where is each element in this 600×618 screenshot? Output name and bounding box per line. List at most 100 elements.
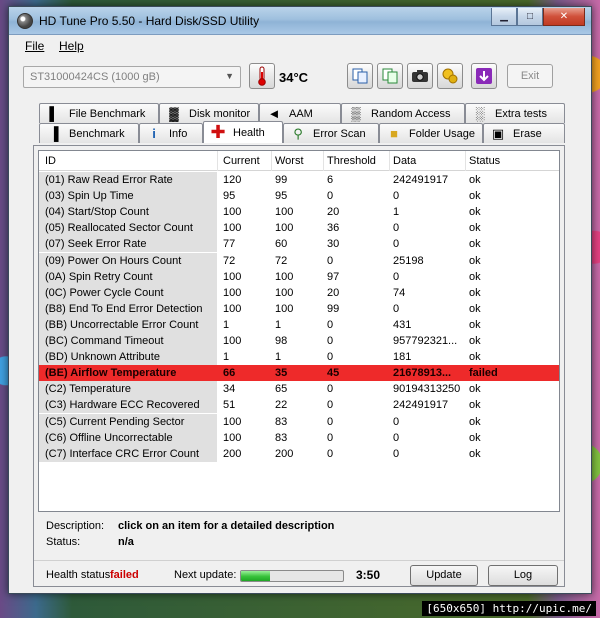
table-row[interactable]: (04) Start/Stop Count 100 100 20 1 ok: [39, 204, 559, 221]
tab-random-access[interactable]: ▒ Random Access: [341, 103, 465, 123]
menu-help[interactable]: Help: [59, 39, 84, 53]
cell-id: (B8) End To End Error Detection: [45, 302, 203, 315]
cell-worst: 99: [275, 174, 288, 186]
options-button[interactable]: [437, 63, 463, 89]
cell-worst: 83: [275, 431, 288, 444]
cell-status: ok: [469, 222, 481, 235]
health-status-label: Health status:: [46, 569, 114, 581]
table-row[interactable]: (B8) End To End Error Detection 100 100 99 0…: [39, 300, 559, 317]
cell-worst: 35: [275, 367, 288, 380]
table-row[interactable]: (09) Power On Hours Count 72 72 0 25198 ok: [39, 252, 559, 269]
menu-file[interactable]: File: [25, 39, 44, 53]
tab-info[interactable]: i Info: [139, 123, 203, 143]
col-status-header[interactable]: Status: [469, 155, 500, 167]
cell-threshold: 0: [327, 399, 334, 412]
table-row[interactable]: (0A) Spin Retry Count 100 100 97 0 ok: [39, 268, 559, 285]
table-row[interactable]: (C6) Offline Uncorrectable 100 83 0 0 ok: [39, 429, 559, 446]
tab-extra-tests[interactable]: ░ Extra tests: [465, 103, 565, 123]
log-button[interactable]: Log: [488, 565, 558, 586]
cell-current: 100: [223, 302, 242, 315]
table-row[interactable]: (C3) Hardware ECC Recovered 51 22 0 24249191…: [39, 397, 559, 414]
cell-id: (C2) Temperature: [45, 383, 131, 396]
cell-threshold: 0: [327, 254, 334, 267]
thermometer-button[interactable]: [249, 63, 275, 89]
table-row[interactable]: (01) Raw Read Error Rate 120 99 6 242491917 o…: [39, 172, 559, 188]
tab-error-scan[interactable]: ⚲ Error Scan: [283, 123, 379, 143]
tab-benchmark[interactable]: ▐ Benchmark: [39, 123, 139, 143]
copy-text-button[interactable]: [347, 63, 373, 89]
cell-current: 1: [223, 318, 230, 331]
magnifier-icon: ⚲: [293, 125, 303, 141]
col-data-header[interactable]: Data: [393, 155, 416, 167]
window-title: HD Tune Pro 5.50 - Hard Disk/SSD Utility: [39, 14, 260, 28]
tab-disk-monitor[interactable]: ▓ Disk monitor: [159, 103, 259, 123]
table-row[interactable]: (C7) Interface CRC Error Count 200 200 0 0 ok: [39, 445, 559, 462]
speaker-icon: ◄: [267, 106, 281, 121]
cell-worst: 72: [275, 254, 288, 267]
cell-status: ok: [469, 174, 481, 186]
table-row[interactable]: (05) Reallocated Sector Count 100 100 36 0 ok: [39, 220, 559, 237]
cell-id: (C6) Offline Uncorrectable: [45, 431, 173, 444]
cell-worst: 100: [275, 206, 294, 219]
cell-id: (0C) Power Cycle Count: [45, 286, 164, 299]
table-row[interactable]: (BE) Airflow Temperature 66 35 45 21678913..…: [39, 365, 559, 382]
health-status-value: failed: [110, 569, 139, 581]
cell-id: (09) Power On Hours Count: [45, 254, 182, 267]
cell-id: (04) Start/Stop Count: [45, 206, 149, 219]
thermometer-icon: [258, 66, 266, 86]
col-current-header[interactable]: Current: [223, 155, 260, 167]
tab-health-label: Health: [233, 126, 265, 139]
random-access-icon: ▒: [351, 106, 361, 121]
save-button[interactable]: [471, 63, 497, 89]
cell-worst: 98: [275, 335, 288, 347]
col-id-header[interactable]: ID: [45, 155, 56, 167]
cell-current: 200: [223, 447, 242, 460]
copy-all-button[interactable]: [377, 63, 403, 89]
cell-id: (BE) Airflow Temperature: [45, 367, 177, 380]
column-divider: [271, 151, 272, 171]
cell-threshold: 0: [327, 431, 334, 444]
col-worst-header[interactable]: Worst: [275, 155, 304, 167]
cell-data: 0: [393, 447, 400, 460]
tab-folder-usage[interactable]: ■ Folder Usage: [379, 123, 483, 143]
table-row[interactable]: (BD) Unknown Attribute 1 1 0 181 ok: [39, 349, 559, 366]
tab-erase[interactable]: ▣ Erase: [483, 123, 565, 143]
maximize-icon[interactable]: □: [517, 8, 543, 26]
cell-threshold: 0: [327, 335, 334, 347]
cell-threshold: 20: [327, 286, 340, 299]
tab-health[interactable]: ✚ Health: [203, 121, 283, 143]
cell-status: ok: [469, 351, 481, 364]
table-row[interactable]: (C2) Temperature 34 65 0 90194313250 ok: [39, 381, 559, 398]
erase-icon: ▣: [491, 125, 505, 141]
close-icon[interactable]: ✕: [543, 8, 585, 26]
cell-status: failed: [469, 367, 498, 380]
table-row[interactable]: (07) Seek Error Rate 77 60 30 0 ok: [39, 236, 559, 253]
update-button[interactable]: Update: [410, 565, 478, 586]
screenshot-button[interactable]: [407, 63, 433, 89]
table-row[interactable]: (C5) Current Pending Sector 100 83 0 0 ok: [39, 413, 559, 430]
drive-select[interactable]: ST31000424CS (1000 gB) ▼: [23, 66, 241, 88]
cell-threshold: 0: [327, 415, 334, 428]
cell-status: ok: [469, 335, 481, 347]
cell-threshold: 0: [327, 447, 334, 460]
tab-aam-label: AAM: [289, 107, 313, 120]
cell-current: 1: [223, 351, 230, 364]
exit-button[interactable]: Exit: [507, 64, 553, 88]
minimize-icon[interactable]: ▁: [491, 8, 517, 26]
title-bar[interactable]: HD Tune Pro 5.50 - Hard Disk/SSD Utility…: [9, 7, 591, 35]
cell-current: 120: [223, 174, 242, 186]
cell-current: 100: [223, 415, 242, 428]
col-threshold-header[interactable]: Threshold: [327, 155, 376, 167]
cell-current: 100: [223, 335, 242, 347]
cell-worst: 83: [275, 415, 288, 428]
table-row[interactable]: (BB) Uncorrectable Error Count 1 1 0 431 ok: [39, 316, 559, 333]
table-row[interactable]: (03) Spin Up Time 95 95 0 0 ok: [39, 188, 559, 205]
cell-data: 431: [393, 318, 412, 331]
update-countdown: 3:50: [356, 568, 381, 582]
copy-all-icon: [382, 68, 398, 84]
tab-error-scan-label: Error Scan: [313, 127, 366, 140]
tab-file-benchmark[interactable]: ▌ File Benchmark: [39, 103, 159, 123]
tab-aam[interactable]: ◄ AAM: [259, 103, 341, 123]
table-row[interactable]: (0C) Power Cycle Count 100 100 20 74 ok: [39, 284, 559, 301]
table-row[interactable]: (BC) Command Timeout 100 98 0 957792321... ok: [39, 333, 559, 349]
